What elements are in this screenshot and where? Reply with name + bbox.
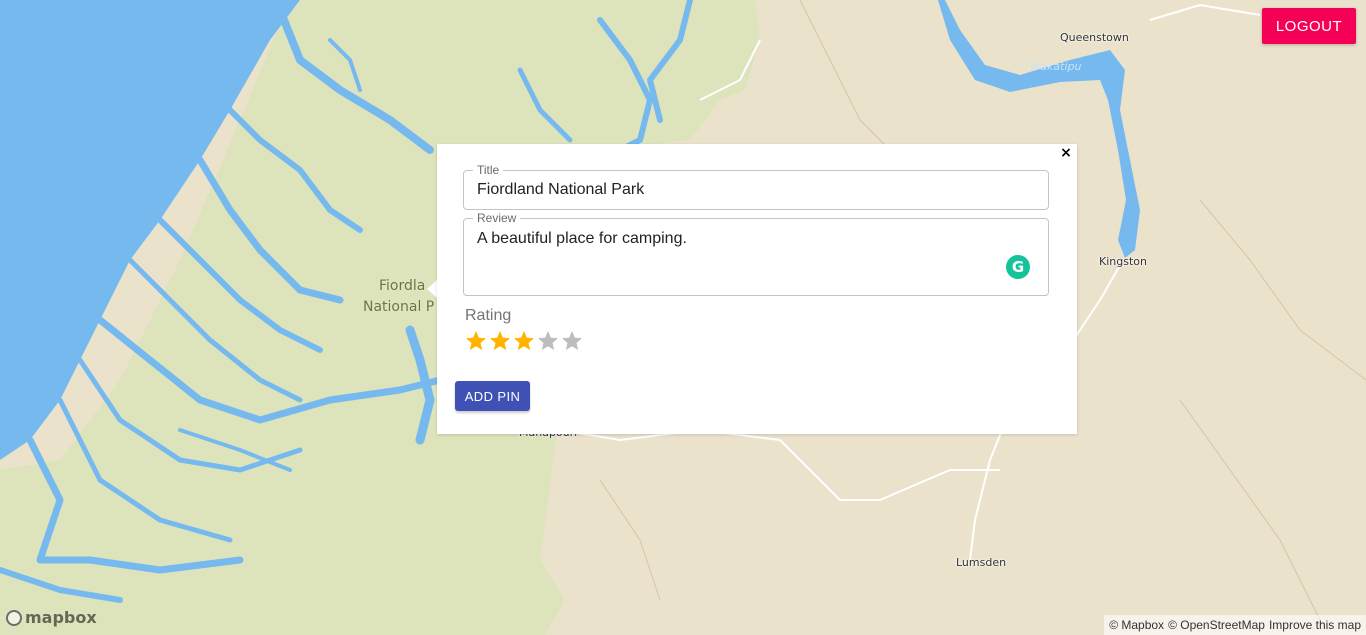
- logout-button[interactable]: LOGOUT: [1262, 8, 1356, 44]
- lake-label-wakatipu: Wakatipu: [1030, 60, 1082, 73]
- title-field-label: Title: [473, 163, 504, 177]
- place-label-lumsden: Lumsden: [956, 556, 1007, 569]
- popup-tip: [427, 280, 437, 298]
- rating-label: Rating: [465, 307, 512, 324]
- mapbox-logo[interactable]: mapbox: [6, 607, 97, 628]
- new-pin-popup: × Title Review A beautiful place for cam…: [437, 144, 1077, 434]
- place-label-kingston: Kingston: [1099, 255, 1147, 268]
- star-icon[interactable]: [536, 329, 560, 353]
- attribution-improve-link[interactable]: Improve this map: [1269, 615, 1361, 635]
- park-label-line1: Fiordla: [379, 278, 426, 294]
- review-textarea[interactable]: A beautiful place for camping.: [477, 230, 997, 248]
- grammarly-icon[interactable]: G: [1006, 255, 1030, 279]
- attribution-osm-link[interactable]: © OpenStreetMap: [1168, 615, 1265, 635]
- star-icon[interactable]: [488, 329, 512, 353]
- close-icon[interactable]: ×: [1059, 145, 1073, 161]
- star-icon[interactable]: [560, 329, 584, 353]
- review-field[interactable]: Review A beautiful place for camping. G: [463, 211, 1049, 296]
- mapbox-logo-text: mapbox: [25, 608, 97, 627]
- mapbox-logo-icon: [6, 609, 22, 626]
- star-icon[interactable]: [512, 329, 536, 353]
- add-pin-button[interactable]: ADD PIN: [455, 381, 530, 411]
- title-input[interactable]: [477, 181, 997, 199]
- rating-stars[interactable]: [464, 329, 584, 353]
- star-icon[interactable]: [464, 329, 488, 353]
- title-field[interactable]: Title: [463, 163, 1049, 210]
- attribution-mapbox-link[interactable]: © Mapbox: [1109, 615, 1164, 635]
- review-field-label: Review: [473, 211, 521, 225]
- park-label-line2: National P: [363, 299, 435, 315]
- map-attribution: © Mapbox © OpenStreetMap Improve this ma…: [1104, 615, 1366, 635]
- place-label-queenstown: Queenstown: [1060, 31, 1129, 44]
